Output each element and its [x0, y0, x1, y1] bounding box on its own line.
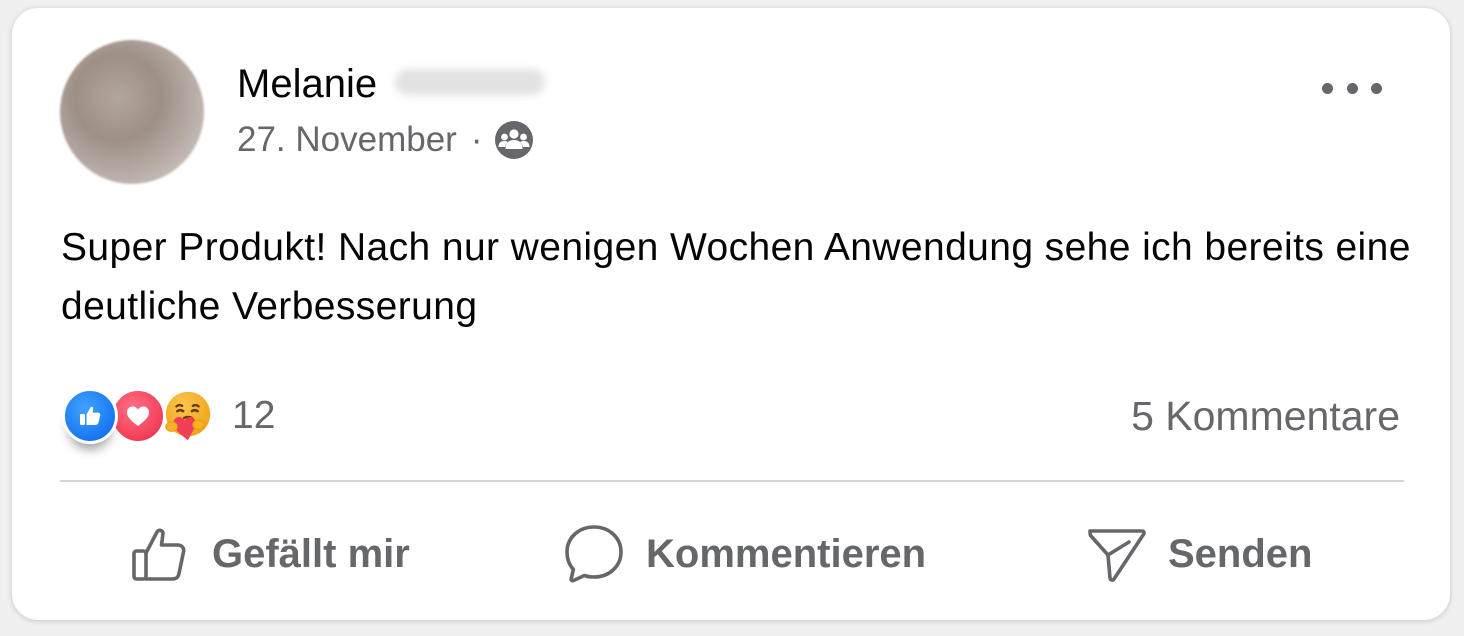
post-text: Super Produkt! Nach nur wenigen Wochen A… — [61, 226, 1411, 328]
comments-count-link[interactable]: 5 Kommentare — [1131, 391, 1400, 441]
love-reaction-icon — [110, 388, 166, 444]
friends-icon[interactable] — [494, 120, 534, 160]
reaction-count: 12 — [232, 394, 276, 437]
care-reaction-icon — [160, 388, 216, 444]
post-author[interactable]: Melanie — [237, 60, 546, 108]
avatar[interactable] — [60, 40, 204, 184]
like-button-label: Gefällt mir — [212, 531, 410, 576]
like-reaction-icon — [62, 388, 118, 444]
author-first-name[interactable]: Melanie — [237, 62, 377, 106]
post-meta: 27. November · — [237, 118, 534, 162]
thumbs-up-icon — [130, 523, 212, 585]
like-button[interactable]: Gefällt mir — [130, 520, 410, 588]
send-button[interactable]: Senden — [1084, 520, 1312, 588]
reactions-summary[interactable]: 12 — [62, 386, 275, 446]
comment-button-label: Kommentieren — [646, 531, 927, 576]
send-arrow-icon — [1084, 522, 1168, 586]
post-date[interactable]: 27. November — [237, 118, 457, 162]
more-options-icon[interactable] — [1322, 70, 1382, 106]
more-dot — [1371, 82, 1382, 94]
meta-separator: · — [470, 120, 483, 159]
author-last-name-redacted — [395, 69, 546, 96]
more-dot — [1322, 82, 1333, 94]
speech-bubble-icon — [562, 522, 646, 586]
more-dot — [1346, 82, 1358, 94]
send-button-label: Senden — [1168, 531, 1313, 576]
divider — [60, 480, 1404, 482]
comment-button[interactable]: Kommentieren — [562, 520, 926, 588]
post-card: Melanie 27. November · Super Produkt! Na… — [12, 8, 1450, 620]
